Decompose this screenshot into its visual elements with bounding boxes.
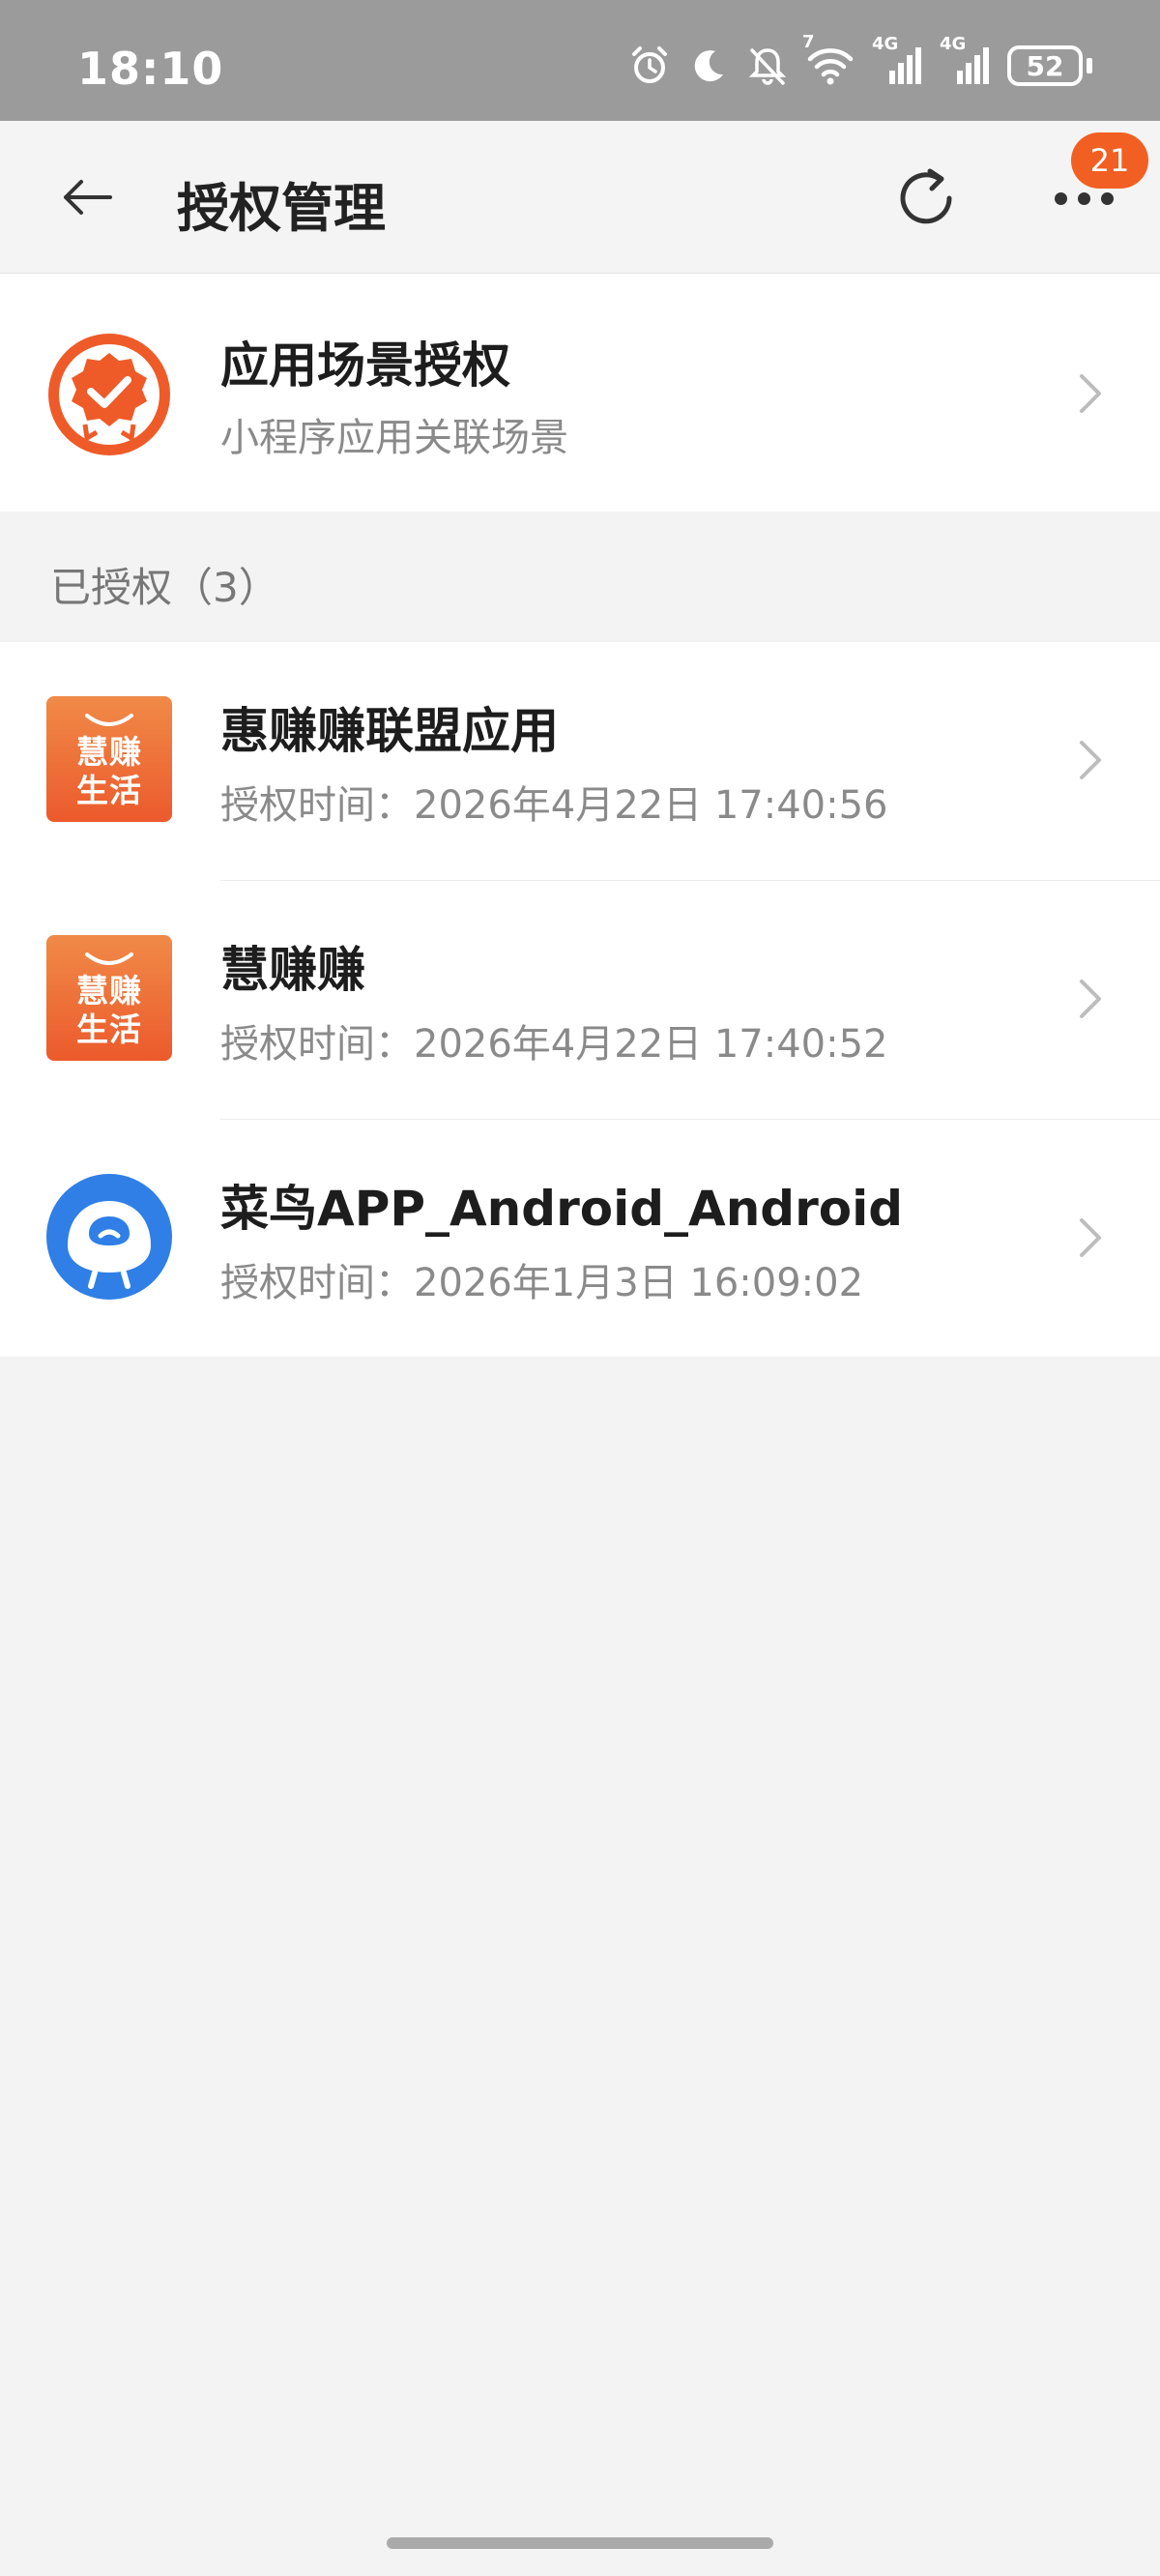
list-item[interactable]: 菜鸟APP_Android_Android 授权时间：2026年1月3日 16:… — [0, 1120, 1160, 1359]
battery-tip — [1087, 58, 1092, 73]
battery-level: 52 — [1007, 45, 1083, 86]
smile-icon — [85, 952, 133, 965]
refresh-icon — [900, 168, 952, 224]
alarm-icon — [632, 46, 667, 83]
app-logo-text-2: 生活 — [76, 772, 142, 809]
chevron-right-icon — [1080, 980, 1101, 1018]
app-name: 惠赚赚联盟应用 — [220, 703, 559, 759]
status-bar: 18:10 7 4G 4G 52 — [0, 0, 1160, 121]
app-logo-text-1: 慧赚 — [76, 733, 142, 771]
app-logo: 慧赚 生活 — [46, 696, 172, 822]
wifi-label: 7 — [802, 32, 815, 52]
arrow-left-icon — [64, 180, 112, 215]
page-title: 授权管理 — [177, 178, 386, 239]
cainiao-icon — [46, 1174, 172, 1300]
auth-time: 授权时间：2026年4月22日 17:40:56 — [220, 783, 888, 828]
app-logo-text-2: 生活 — [76, 1010, 142, 1048]
refresh-button[interactable] — [889, 161, 963, 235]
network-label-1: 4G — [872, 34, 899, 54]
page: 18:10 7 4G 4G 52 授权管理 21 应用场景授权 小程序应用关联场… — [0, 0, 1160, 2576]
home-indicator[interactable] — [387, 2537, 773, 2549]
notification-badge: 21 — [1071, 132, 1148, 189]
battery-icon: 52 — [1007, 45, 1092, 86]
status-time: 18:10 — [77, 43, 224, 95]
status-icons: 7 4G 4G 52 — [628, 32, 1092, 93]
chevron-right-icon — [1080, 1218, 1101, 1257]
scene-authorization-row[interactable]: 应用场景授权 小程序应用关联场景 — [0, 274, 1160, 512]
huizhuan-shenghuo-icon: 慧赚 生活 — [46, 935, 172, 1061]
more-dots-icon — [1054, 191, 1114, 205]
bell-off-icon — [748, 48, 787, 85]
app-logo-text-1: 慧赚 — [76, 972, 142, 1010]
scene-title: 应用场景授权 — [220, 337, 510, 394]
signal-1: 4G — [872, 34, 922, 86]
network-label-2: 4G — [940, 34, 967, 54]
wifi-indicator: 7 — [802, 32, 855, 86]
chevron-right-icon — [1080, 374, 1101, 413]
authorized-app-list: 慧赚 生活 惠赚赚联盟应用 授权时间：2026年4月22日 17:40:56 慧赚… — [0, 642, 1160, 1357]
list-item[interactable]: 慧赚 生活 慧赚赚 授权时间：2026年4月22日 17:40:52 — [0, 881, 1160, 1120]
app-header: 授权管理 — [0, 121, 1160, 274]
app-logo: 慧赚 生活 — [46, 935, 172, 1061]
list-item[interactable]: 慧赚 生活 惠赚赚联盟应用 授权时间：2026年4月22日 17:40:56 — [0, 642, 1160, 881]
auth-time: 授权时间：2026年1月3日 16:09:02 — [220, 1261, 864, 1305]
huizhuan-shenghuo-icon: 慧赚 生活 — [46, 696, 172, 822]
app-name: 菜鸟APP_Android_Android — [220, 1181, 904, 1237]
moon-icon — [694, 50, 723, 82]
auth-time: 授权时间：2026年4月22日 17:40:52 — [220, 1022, 888, 1067]
authorized-section-label: 已授权（3） — [50, 564, 279, 611]
smile-icon — [85, 714, 133, 726]
scene-subtitle: 小程序应用关联场景 — [220, 416, 568, 460]
badge-check-icon — [48, 334, 170, 455]
back-button[interactable] — [53, 163, 121, 231]
app-name: 慧赚赚 — [220, 942, 365, 998]
signal-2: 4G — [940, 34, 990, 86]
chevron-right-icon — [1080, 741, 1101, 779]
